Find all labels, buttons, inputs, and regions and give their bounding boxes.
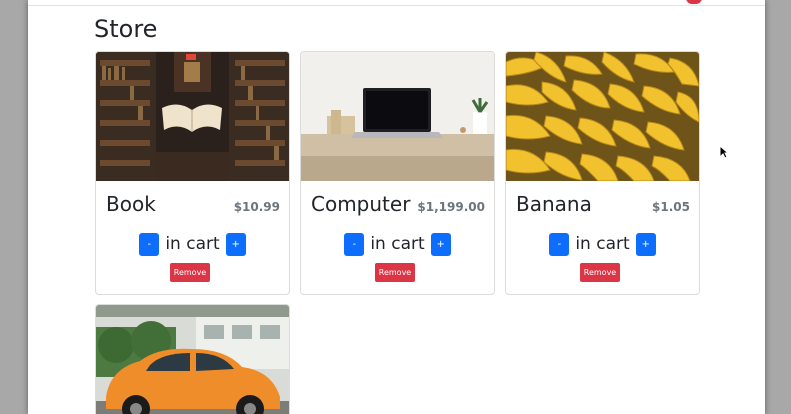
product-card-banana: Banana $1.05 - in cart + Remove	[505, 51, 700, 295]
product-price: $1,199.00	[417, 200, 485, 214]
product-name: Book	[106, 192, 156, 216]
quantity-controls: - in cart +	[301, 232, 494, 256]
decrement-button[interactable]: -	[344, 232, 365, 256]
mouse-cursor-icon	[719, 145, 729, 159]
product-name: Computer	[311, 192, 411, 216]
product-image-banana	[506, 52, 699, 181]
remove-button[interactable]: Remove	[580, 263, 620, 282]
in-cart-label: in cart	[165, 234, 220, 254]
cart-count-badge[interactable]	[686, 0, 702, 4]
product-image-computer	[301, 52, 494, 181]
navbar	[28, 0, 765, 6]
product-image-book	[96, 52, 289, 181]
product-price: $10.99	[233, 200, 280, 214]
increment-button[interactable]: +	[430, 232, 451, 256]
product-card-book: Book $10.99 - in cart + Remove	[95, 51, 290, 295]
page-title: Store	[94, 15, 158, 43]
product-price: $1.05	[652, 200, 690, 214]
quantity-controls: - in cart +	[96, 232, 289, 256]
product-name: Banana	[516, 192, 592, 216]
increment-button[interactable]: +	[635, 232, 656, 256]
quantity-controls: - in cart +	[506, 232, 699, 256]
product-card-computer: Computer $1,199.00 - in cart + Remove	[300, 51, 495, 295]
remove-button[interactable]: Remove	[375, 263, 415, 282]
decrement-button[interactable]: -	[139, 232, 160, 256]
product-image-car	[96, 305, 289, 414]
in-cart-label: in cart	[575, 234, 630, 254]
decrement-button[interactable]: -	[549, 232, 570, 256]
increment-button[interactable]: +	[225, 232, 246, 256]
remove-button[interactable]: Remove	[170, 263, 210, 282]
in-cart-label: in cart	[370, 234, 425, 254]
store-page: Store Book $10.99 - in cart + Remove Com…	[28, 0, 765, 414]
product-card-car	[95, 304, 290, 414]
